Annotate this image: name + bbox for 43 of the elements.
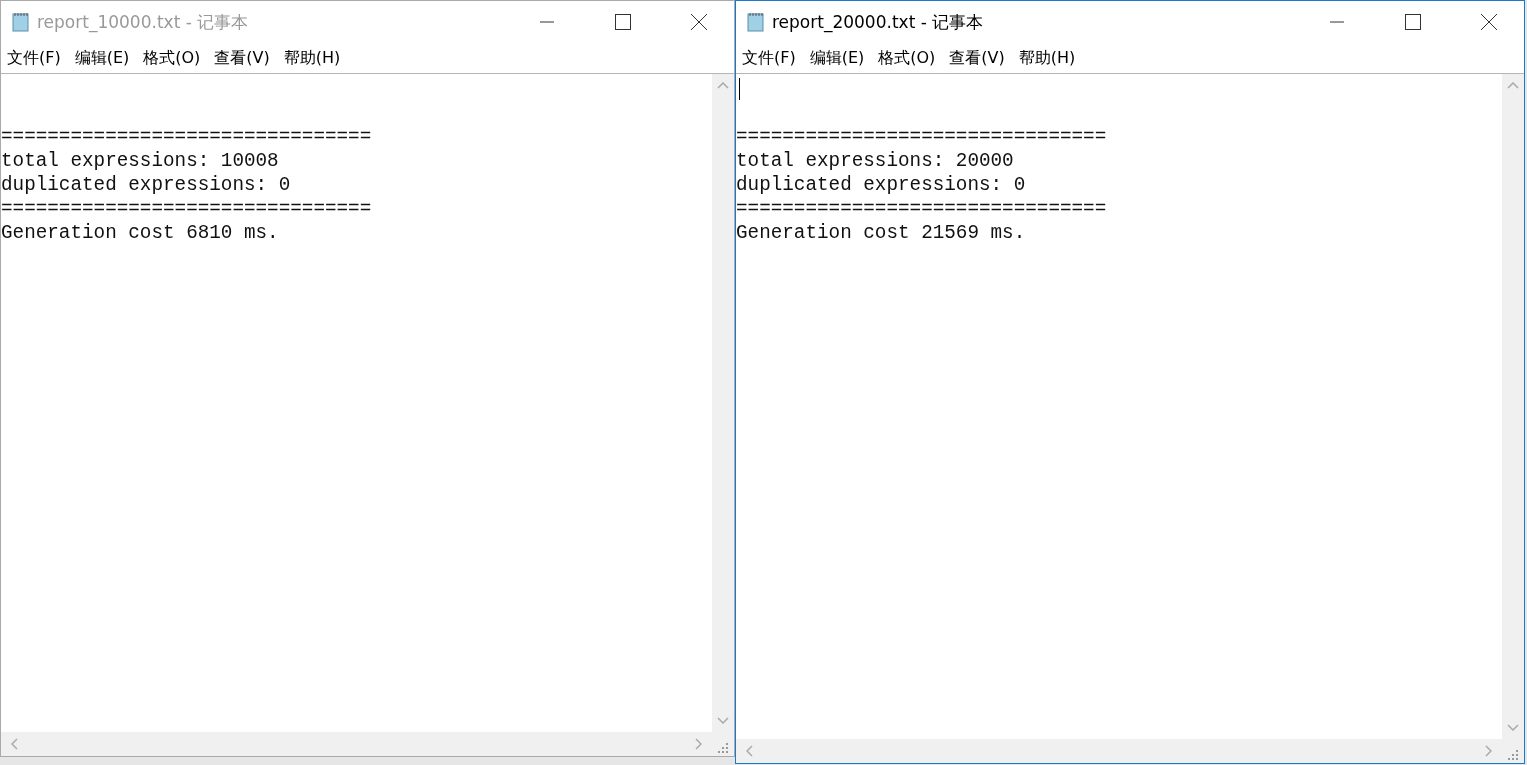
text-area[interactable]: ================================ total expressions: 20000 duplicated expressions: 0 ================================ Generation cost 21569 ms. (736, 74, 1502, 739)
menu-item[interactable]: 格式(O) (141, 47, 207, 69)
maximize-icon (615, 14, 631, 30)
menu-item[interactable]: 编辑(E) (72, 47, 136, 69)
scroll-left-icon[interactable] (746, 745, 753, 757)
maximize-icon (1405, 14, 1421, 30)
menu-item[interactable]: 格式(O) (876, 47, 942, 69)
text-line: duplicated expressions: 0 (736, 173, 1027, 197)
window-title: report_20000.txt - 记事本 (772, 10, 985, 34)
minimize-icon (540, 21, 554, 23)
scroll-down-icon[interactable] (717, 717, 729, 724)
text-line: ================================ (1, 197, 373, 221)
menu-item[interactable]: 文件(F) (5, 47, 67, 69)
text-area[interactable]: ================================ total expressions: 10008 duplicated expressions: 0 ================================ Generation cost 6810 ms. (1, 74, 712, 732)
scroll-up-icon[interactable] (1507, 82, 1519, 89)
text-line: ================================ (736, 197, 1108, 221)
text-cursor (739, 78, 740, 100)
notepad-icon (746, 11, 766, 33)
menu-item[interactable]: 编辑(E) (807, 47, 871, 69)
menu-item[interactable]: 帮助(H) (1016, 47, 1082, 69)
scroll-left-icon[interactable] (11, 738, 18, 750)
menu-item[interactable]: 帮助(H) (281, 47, 347, 69)
close-icon (1481, 14, 1497, 30)
notepad-icon (11, 11, 31, 33)
menu-item[interactable]: 文件(F) (740, 47, 802, 69)
scroll-up-icon[interactable] (717, 82, 729, 89)
menu-item[interactable]: 查看(V) (212, 47, 276, 69)
menu-item[interactable]: 查看(V) (947, 47, 1011, 69)
text-line: duplicated expressions: 0 (1, 173, 292, 197)
scroll-right-icon[interactable] (1485, 745, 1492, 757)
text-line: total expressions: 20000 (736, 149, 1015, 173)
text-line: ================================ (1, 125, 373, 149)
text-line: ================================ (736, 125, 1108, 149)
text-line: total expressions: 10008 (1, 149, 280, 173)
resize-grip-icon[interactable] (718, 743, 728, 753)
text-line: Generation cost 21569 ms. (736, 221, 1027, 245)
close-icon (691, 14, 707, 30)
resize-grip-icon[interactable] (1508, 750, 1518, 760)
scroll-right-icon[interactable] (695, 738, 702, 750)
text-line: Generation cost 6810 ms. (1, 221, 280, 245)
scroll-down-icon[interactable] (1507, 724, 1519, 731)
minimize-icon (1330, 21, 1344, 23)
window-title: report_10000.txt - 记事本 (37, 10, 250, 34)
